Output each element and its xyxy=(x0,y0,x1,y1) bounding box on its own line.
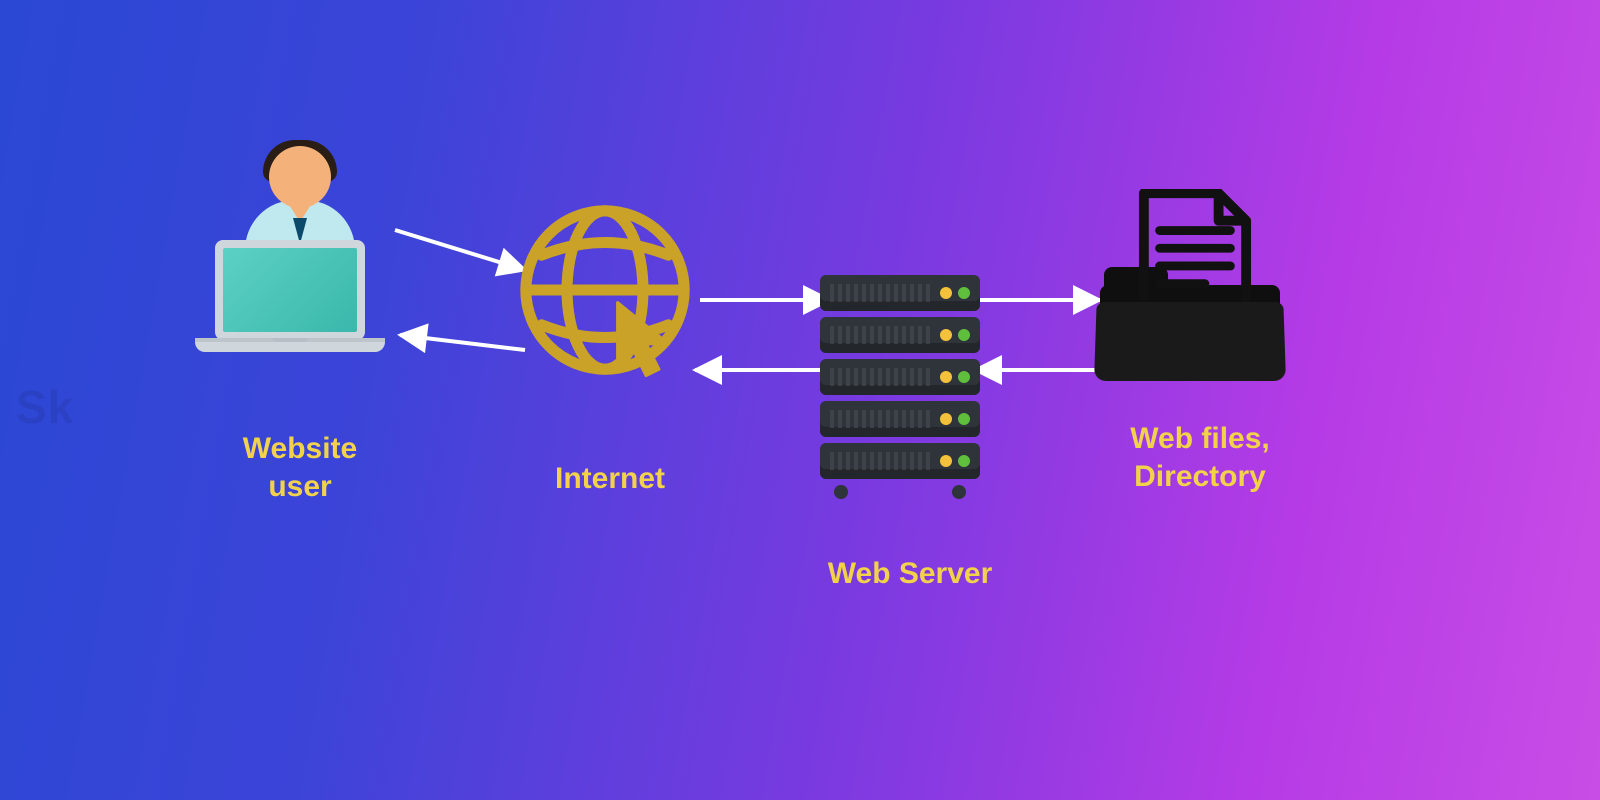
diagram-canvas: Sk Websi xyxy=(0,0,1600,800)
node-internet xyxy=(510,195,710,385)
node-website-user xyxy=(200,140,400,360)
node-web-files xyxy=(1090,195,1310,395)
label-web-server: Web Server xyxy=(780,555,1040,593)
user-laptop-icon xyxy=(200,140,400,360)
label-internet: Internet xyxy=(510,460,710,498)
label-website-user: Website user xyxy=(190,430,410,505)
globe-cursor-icon xyxy=(510,195,700,385)
watermark-text: Sk xyxy=(16,380,74,434)
label-web-files: Web files, Directory xyxy=(1080,420,1320,495)
server-rack-icon xyxy=(820,275,980,499)
arrow-internet-to-user xyxy=(400,335,525,350)
arrow-user-to-internet xyxy=(395,230,525,270)
connection-arrows xyxy=(0,0,1600,800)
node-web-server xyxy=(820,275,1000,499)
folder-document-icon xyxy=(1090,195,1290,395)
